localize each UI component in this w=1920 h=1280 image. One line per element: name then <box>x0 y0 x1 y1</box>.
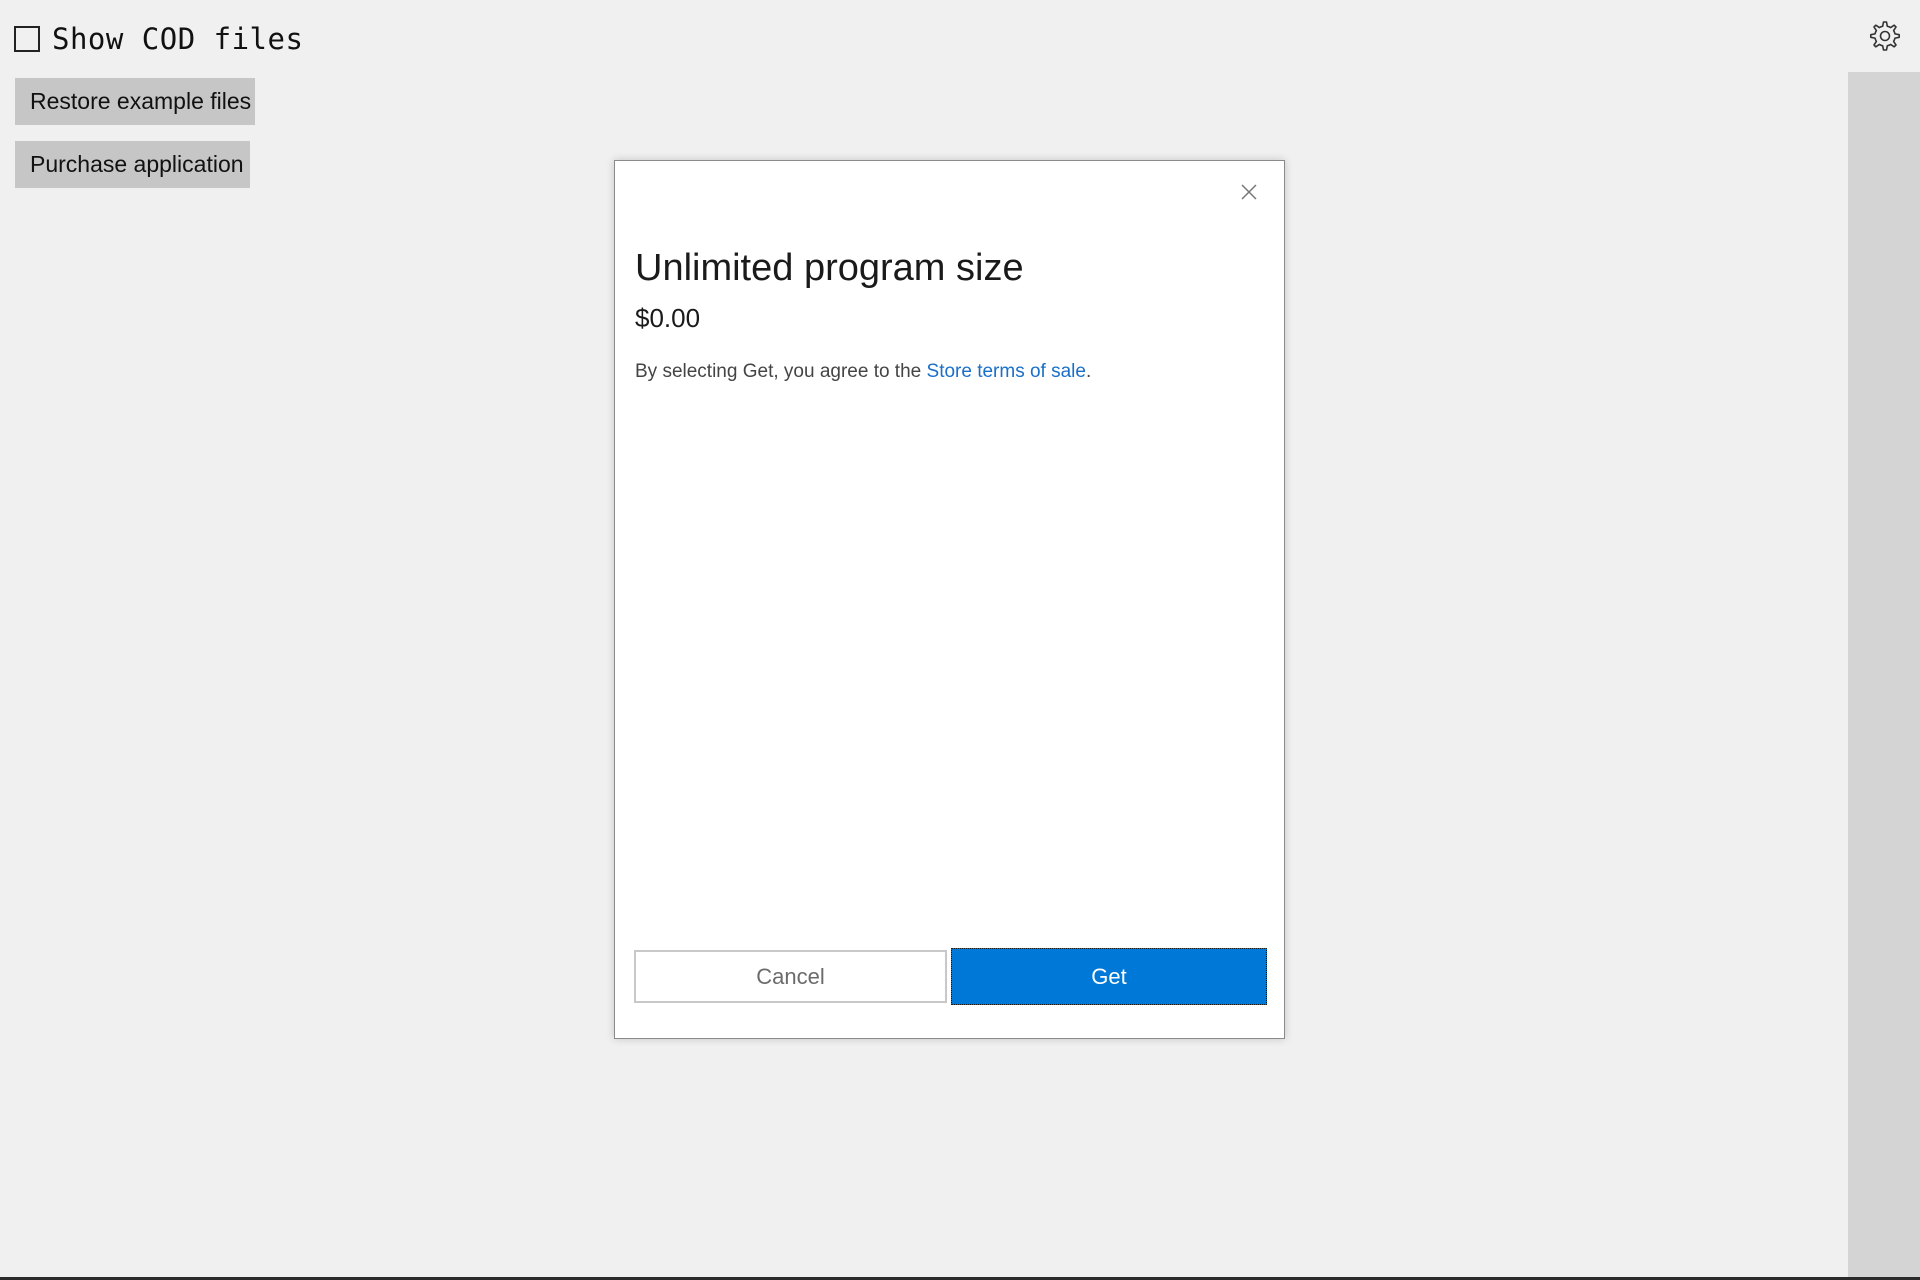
gear-icon[interactable] <box>1866 18 1902 54</box>
app-window: Show COD files Restore example files Pur… <box>0 0 1920 1280</box>
get-button[interactable]: Get <box>951 948 1267 1005</box>
purchase-dialog: Unlimited program size $0.00 By selectin… <box>614 160 1285 1039</box>
show-cod-files-toggle[interactable]: Show COD files <box>14 22 303 56</box>
terms-prefix: By selecting Get, you agree to the <box>635 361 927 382</box>
show-cod-label: Show COD files <box>52 22 304 56</box>
dialog-title: Unlimited program size <box>635 247 1024 289</box>
show-cod-checkbox[interactable] <box>14 26 40 52</box>
terms-suffix: . <box>1085 361 1092 382</box>
vertical-scrollbar[interactable] <box>1848 72 1920 1280</box>
dialog-terms: By selecting Get, you agree to the Store… <box>635 361 1091 383</box>
restore-example-files-button[interactable]: Restore example files <box>15 78 255 125</box>
purchase-application-button[interactable]: Purchase application <box>15 141 250 188</box>
store-terms-link[interactable]: Store terms of sale <box>927 361 1086 382</box>
cancel-button[interactable]: Cancel <box>634 950 947 1003</box>
dialog-price: $0.00 <box>635 303 701 333</box>
gear-icon-graphic <box>1870 21 1900 51</box>
close-icon[interactable] <box>1236 179 1262 205</box>
close-icon-graphic <box>1241 184 1257 200</box>
